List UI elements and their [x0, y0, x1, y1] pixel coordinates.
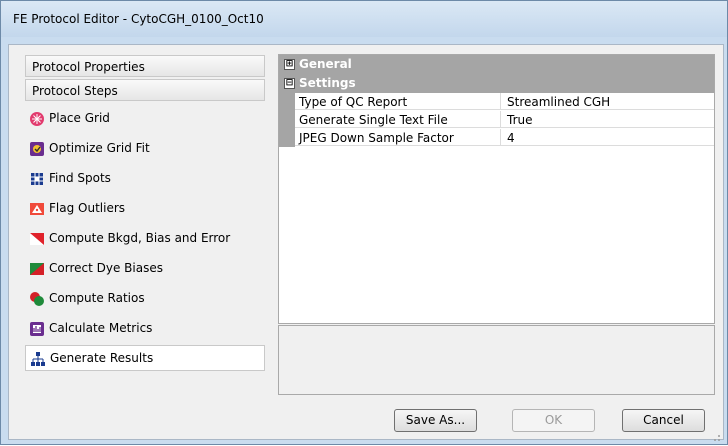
- property-grid: ⊞ General ⊟ Settings Type of QC Report S…: [278, 54, 715, 324]
- step-compute-ratios[interactable]: Compute Ratios: [25, 285, 265, 311]
- row-gutter: [279, 93, 295, 111]
- step-label: Calculate Metrics: [49, 321, 153, 335]
- ok-button[interactable]: OK: [512, 409, 595, 432]
- step-label: Correct Dye Biases: [49, 261, 163, 275]
- collapse-icon[interactable]: ⊟: [284, 78, 295, 89]
- step-label: Flag Outliers: [49, 201, 126, 215]
- step-flag-outliers[interactable]: Flag Outliers: [25, 195, 265, 221]
- step-calculate-metrics[interactable]: Calculate Metrics: [25, 315, 265, 341]
- dialog-client-area: Protocol Properties Protocol Steps Place…: [8, 44, 724, 441]
- category-settings[interactable]: ⊟ Settings: [279, 74, 714, 93]
- step-label: Place Grid: [49, 111, 110, 125]
- find-spots-icon: [29, 170, 45, 186]
- resize-grip-icon[interactable]: [711, 427, 721, 441]
- step-correct-dye-biases[interactable]: Correct Dye Biases: [25, 255, 265, 281]
- property-name: JPEG Down Sample Factor: [295, 129, 501, 146]
- protocol-properties-header[interactable]: Protocol Properties: [25, 55, 265, 77]
- row-gutter: [279, 111, 295, 129]
- step-label: Find Spots: [49, 171, 111, 185]
- title-bar[interactable]: FE Protocol Editor - CytoCGH_0100_Oct10: [1, 1, 727, 37]
- save-as-button[interactable]: Save As...: [394, 409, 477, 432]
- property-description-panel: [278, 325, 715, 395]
- protocol-steps-pane: Protocol Properties Protocol Steps Place…: [25, 55, 267, 395]
- property-row[interactable]: Type of QC Report Streamlined CGH: [279, 93, 714, 111]
- compute-bkgd-icon: [29, 230, 45, 246]
- step-find-spots[interactable]: Find Spots: [25, 165, 265, 191]
- correct-dye-biases-icon: [29, 260, 45, 276]
- property-name: Generate Single Text File: [295, 111, 501, 128]
- place-grid-icon: [29, 110, 45, 126]
- property-row[interactable]: JPEG Down Sample Factor 4: [279, 129, 714, 147]
- compute-ratios-icon: [29, 290, 45, 306]
- step-place-grid[interactable]: Place Grid: [25, 105, 265, 131]
- step-generate-results[interactable]: Generate Results: [25, 345, 265, 371]
- category-label: General: [299, 57, 352, 71]
- step-label: Compute Ratios: [49, 291, 145, 305]
- protocol-editor-window: FE Protocol Editor - CytoCGH_0100_Oct10 …: [0, 0, 728, 445]
- property-value[interactable]: Streamlined CGH: [501, 93, 714, 110]
- calculate-metrics-icon: [29, 320, 45, 336]
- property-row[interactable]: Generate Single Text File True: [279, 111, 714, 129]
- row-gutter: [279, 129, 295, 147]
- property-name: Type of QC Report: [295, 93, 501, 110]
- category-label: Settings: [299, 76, 356, 90]
- step-label: Generate Results: [50, 351, 154, 365]
- property-value[interactable]: True: [501, 111, 714, 128]
- step-optimize-grid-fit[interactable]: Optimize Grid Fit: [25, 135, 265, 161]
- expand-icon[interactable]: ⊞: [284, 59, 295, 70]
- generate-results-icon: [30, 350, 46, 366]
- window-title: FE Protocol Editor - CytoCGH_0100_Oct10: [13, 12, 264, 26]
- property-value[interactable]: 4: [501, 129, 714, 146]
- category-general[interactable]: ⊞ General: [279, 55, 714, 74]
- step-label: Compute Bkgd, Bias and Error: [49, 231, 231, 245]
- step-compute-bkgd-bias-error[interactable]: Compute Bkgd, Bias and Error: [25, 225, 265, 251]
- protocol-steps-header[interactable]: Protocol Steps: [25, 79, 265, 101]
- step-label: Optimize Grid Fit: [49, 141, 150, 155]
- flag-outliers-icon: [29, 200, 45, 216]
- optimize-grid-fit-icon: [29, 140, 45, 156]
- cancel-button[interactable]: Cancel: [622, 409, 705, 432]
